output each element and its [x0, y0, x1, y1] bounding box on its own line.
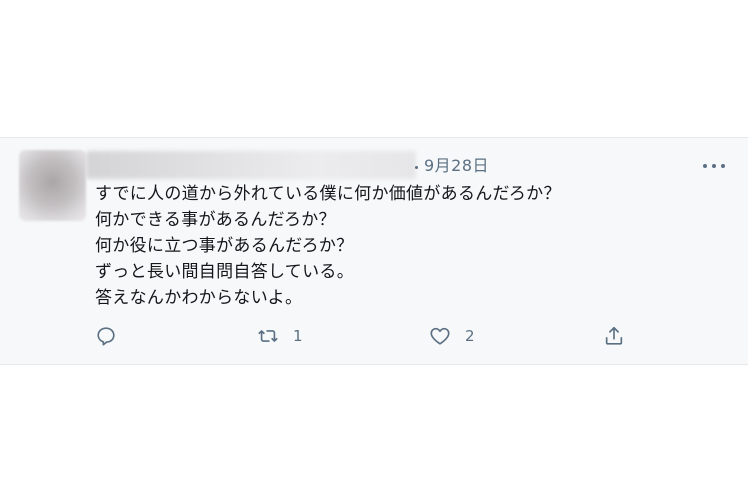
share-button[interactable] [603, 324, 625, 348]
separator-dot [415, 166, 418, 169]
reply-icon [97, 327, 115, 346]
tweet-actions: 1 2 [0, 321, 748, 351]
user-name-redacted[interactable] [86, 151, 416, 179]
tweet-text-line: すでに人の道から外れている僕に何か価値があるんだろか？ [95, 184, 561, 204]
tweet-card[interactable]: 9月28日 すでに人の道から外れている僕に何か価値があるんだろか？ 何かできる事… [0, 137, 748, 365]
like-button[interactable]: 2 [429, 324, 475, 348]
tweet-text: すでに人の道から外れている僕に何か価値があるんだろか？ 何かできる事があるんだろ… [95, 181, 561, 311]
heart-icon [430, 327, 450, 345]
reply-button[interactable] [95, 324, 117, 348]
tweet-text-line: ずっと長い間自問自答している。 [95, 262, 354, 282]
like-count: 2 [465, 327, 475, 345]
tweet-date[interactable]: 9月28日 [424, 156, 489, 176]
retweet-count: 1 [293, 327, 303, 345]
retweet-icon [258, 330, 278, 342]
tweet-text-line: 何かできる事があるんだろか？ [95, 210, 336, 230]
more-options-icon[interactable] [703, 160, 725, 170]
tweet-text-line: 答えなんかわからないよ。 [95, 288, 303, 308]
retweet-button[interactable]: 1 [257, 324, 303, 348]
share-icon [605, 326, 623, 345]
avatar[interactable] [19, 150, 86, 221]
tweet-text-line: 何か役に立つ事があるんだろか？ [95, 236, 354, 256]
